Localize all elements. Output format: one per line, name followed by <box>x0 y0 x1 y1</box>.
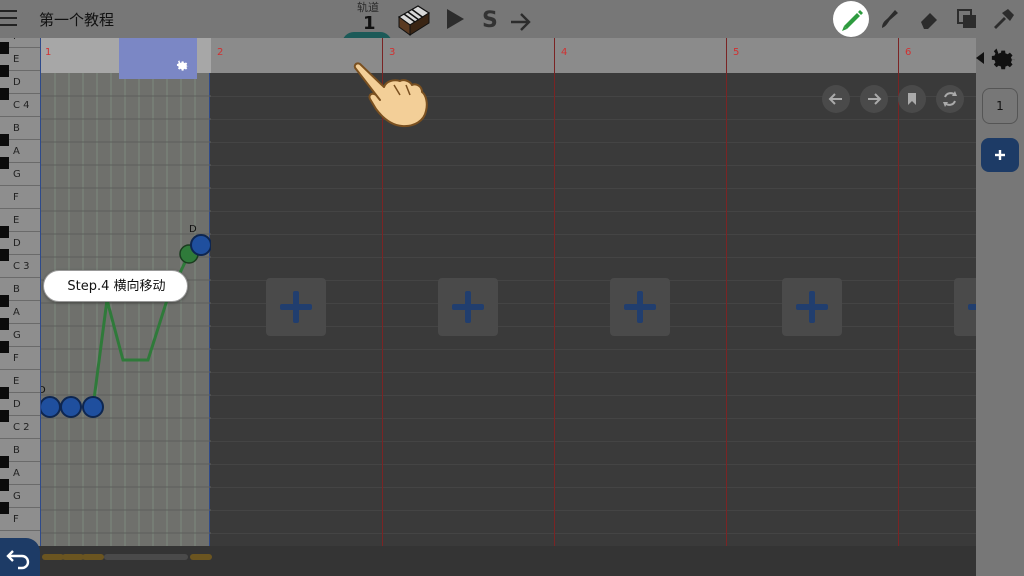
right-panel: 1 <box>976 38 1024 576</box>
black-key[interactable] <box>0 249 9 261</box>
key-label: F <box>13 38 19 42</box>
arrow-right-icon[interactable] <box>510 12 532 32</box>
key-label: G <box>13 491 21 502</box>
add-bar-button[interactable] <box>782 278 842 336</box>
piano-key[interactable]: F <box>0 186 40 209</box>
pencil-icon[interactable] <box>833 1 869 37</box>
black-key[interactable] <box>0 387 9 399</box>
bookmark-icon[interactable] <box>898 85 926 113</box>
black-key[interactable] <box>0 479 9 491</box>
note[interactable] <box>82 396 104 418</box>
pointing-hand-icon <box>350 55 432 131</box>
key-label: F <box>13 192 19 203</box>
key-label: E <box>13 215 20 226</box>
key-label: G <box>13 330 21 341</box>
piano-keyboard: F E D C 4 B A G F E D C 3 B A G F E D C … <box>0 38 40 546</box>
track-count-button[interactable]: 1 <box>982 88 1018 124</box>
key-label: A <box>13 307 20 318</box>
gear-icon[interactable] <box>986 42 1018 74</box>
key-label: B <box>13 284 20 295</box>
top-toolbar: 第一个教程 轨道 1 S <box>0 0 1024 44</box>
key-label: C 4 <box>13 100 30 111</box>
key-label: F <box>13 353 19 364</box>
key-label: F <box>13 514 19 525</box>
mini-note <box>104 554 188 560</box>
bar-number: 1 <box>45 47 52 58</box>
swap-icon[interactable] <box>936 85 964 113</box>
mini-note <box>82 554 104 560</box>
brush-icon[interactable] <box>878 8 900 30</box>
piano-icon[interactable] <box>396 3 432 37</box>
key-label: A <box>13 468 20 479</box>
key-label: D <box>13 399 21 410</box>
black-key[interactable] <box>0 226 9 238</box>
black-key[interactable] <box>0 88 9 100</box>
bar-settings-button[interactable] <box>119 38 197 79</box>
key-label: D <box>13 238 21 249</box>
menu-icon[interactable] <box>0 6 20 32</box>
copy-icon[interactable] <box>956 8 978 30</box>
note[interactable] <box>60 396 82 418</box>
black-key[interactable] <box>0 410 9 422</box>
eraser-icon[interactable] <box>918 8 940 30</box>
mini-note <box>190 554 212 560</box>
black-key[interactable] <box>0 42 9 54</box>
solo-button[interactable]: S <box>482 10 498 32</box>
undo-icon[interactable] <box>0 538 40 576</box>
tutorial-step-text: Step.4 横向移动 <box>67 279 166 294</box>
note-label: D <box>41 385 46 396</box>
bar-number: 5 <box>733 47 740 58</box>
key-label: B <box>13 445 20 456</box>
add-bar-button[interactable] <box>438 278 498 336</box>
mini-note <box>42 554 64 560</box>
key-label: C 2 <box>13 422 30 433</box>
black-key[interactable] <box>0 456 9 468</box>
key-label: G <box>13 169 21 180</box>
black-key[interactable] <box>0 157 9 169</box>
mini-note <box>62 554 84 560</box>
key-label: E <box>13 376 20 387</box>
tutorial-tooltip: Step.4 横向移动 <box>43 270 188 302</box>
black-key[interactable] <box>0 295 9 307</box>
page-title: 第一个教程 <box>39 11 115 29</box>
black-key[interactable] <box>0 134 9 146</box>
arrow-right-icon[interactable] <box>860 85 888 113</box>
bar-number: 2 <box>217 47 224 58</box>
key-label: A <box>13 146 20 157</box>
hammer-icon[interactable] <box>992 8 1014 30</box>
gear-icon <box>176 60 189 71</box>
bar-number: 6 <box>905 47 912 58</box>
track-number[interactable]: 1 <box>363 13 376 34</box>
collapse-arrow-icon[interactable] <box>976 52 984 64</box>
key-label: B <box>13 123 20 134</box>
key-label: E <box>13 54 20 65</box>
add-bar-button[interactable] <box>610 278 670 336</box>
note[interactable] <box>41 396 61 418</box>
bar-number: 4 <box>561 47 568 58</box>
key-label: D <box>13 77 21 88</box>
add-bar-button[interactable] <box>266 278 326 336</box>
arrow-left-icon[interactable] <box>822 85 850 113</box>
note-label: D <box>189 224 197 235</box>
bottom-timeline[interactable] <box>0 538 976 576</box>
add-track-button[interactable] <box>981 138 1019 172</box>
black-key[interactable] <box>0 318 9 330</box>
black-key[interactable] <box>0 502 9 514</box>
add-bar-button[interactable] <box>954 278 976 336</box>
key-label: C 3 <box>13 261 30 272</box>
black-key[interactable] <box>0 65 9 77</box>
note[interactable] <box>190 234 211 256</box>
play-icon[interactable] <box>444 8 466 30</box>
black-key[interactable] <box>0 341 9 353</box>
